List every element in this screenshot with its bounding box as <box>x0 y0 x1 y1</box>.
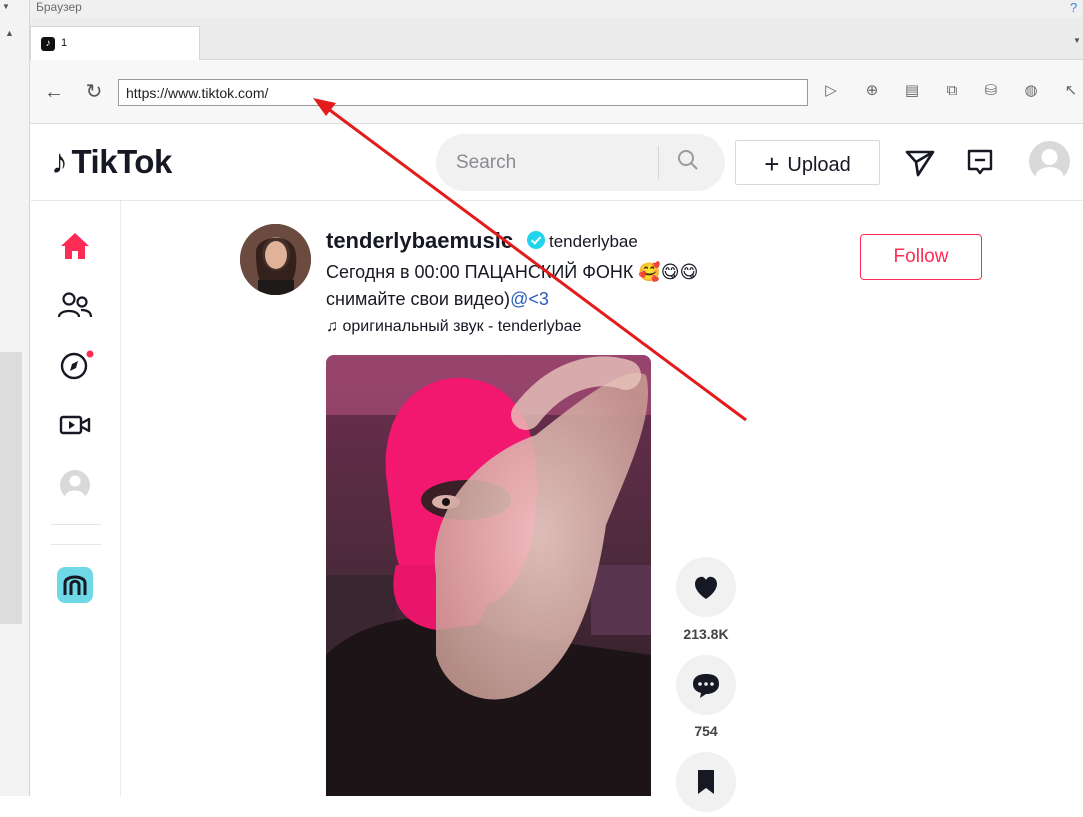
explore-icon[interactable] <box>55 345 95 385</box>
sidebar-divider <box>51 544 101 545</box>
live-icon[interactable] <box>55 405 95 445</box>
tiktok-favicon-icon: ♪ <box>41 37 55 51</box>
storage-icon[interactable]: ⛁ <box>980 80 1002 102</box>
inbox-icon[interactable] <box>965 147 995 177</box>
like-count: 213.8K <box>683 626 729 642</box>
heart-icon <box>695 576 717 599</box>
sound-link[interactable]: ♫ оригинальный звук - tenderlybae <box>326 318 581 336</box>
like-button[interactable] <box>676 557 736 617</box>
search-placeholder: Search <box>456 152 517 173</box>
search-input[interactable]: Search <box>436 134 725 191</box>
reload-button[interactable]: ↻ <box>82 80 106 104</box>
comment-button[interactable] <box>676 655 736 715</box>
caption-line: снимайте свои видео)@<3 <box>326 289 549 310</box>
play-icon[interactable]: ▷ <box>820 80 842 102</box>
profile-icon[interactable] <box>55 465 95 505</box>
back-button[interactable]: ← <box>42 80 66 104</box>
tab-bar: ♪ 1 ▼ <box>30 18 1083 60</box>
comment-count: 754 <box>694 723 718 739</box>
author-nickname[interactable]: tenderlybae <box>549 232 638 252</box>
window-title: Браузер <box>36 0 82 14</box>
search-icon[interactable] <box>676 148 700 178</box>
browser-tab[interactable]: ♪ 1 <box>30 26 200 60</box>
browser-toolbar: ← ↻ https://www.tiktok.com/ ▷ ⊕ ▤ ⧉ ⛁ ◍ … <box>30 60 1083 124</box>
cursor-icon[interactable]: ↖ <box>1060 80 1082 102</box>
following-icon[interactable] <box>55 285 95 325</box>
cookie-icon[interactable]: ◍ <box>1020 80 1042 102</box>
host-left-strip: ▼ ▲ <box>0 0 30 796</box>
tab-list-dropdown-icon[interactable]: ▼ <box>1073 36 1081 45</box>
send-icon[interactable] <box>904 146 936 178</box>
sidebar-divider <box>51 524 101 525</box>
tiktok-header: ♪ TikTok Search + Upload <box>31 125 1083 201</box>
caption-line: Сегодня в 00:00 ПАЦАНСКИЙ ФОНК 🥰😋😋 <box>326 262 699 282</box>
address-bar[interactable]: https://www.tiktok.com/ <box>118 79 808 106</box>
upload-button[interactable]: + Upload <box>735 140 880 185</box>
author-username[interactable]: tenderlybaemusic <box>326 228 513 254</box>
caption-text: снимайте свои видео) <box>326 289 511 309</box>
browser-title-bar: Браузер ? <box>30 0 1083 18</box>
upload-label: Upload <box>787 154 851 176</box>
search-divider <box>658 146 659 179</box>
verified-badge-icon <box>527 231 545 249</box>
author-avatar[interactable] <box>240 224 311 295</box>
tiktok-sidebar <box>31 201 121 796</box>
comment-icon <box>693 674 719 698</box>
video-player[interactable] <box>326 355 651 796</box>
logo-text: TikTok <box>71 143 173 180</box>
music-note-icon: ♫ <box>326 318 343 335</box>
bookmark-button[interactable] <box>676 752 736 812</box>
scroll-up-icon[interactable]: ▲ <box>5 28 14 38</box>
plus-icon: + <box>764 149 780 179</box>
tiktok-note-icon: ♪ <box>51 143 68 181</box>
help-icon[interactable]: ? <box>1070 0 1077 15</box>
host-dropdown-icon[interactable]: ▼ <box>2 2 10 11</box>
puzzle-icon[interactable]: ⧉ <box>941 80 963 102</box>
profile-avatar[interactable] <box>1029 141 1070 182</box>
creator-icon[interactable] <box>55 565 95 605</box>
mention-link[interactable]: @<3 <box>510 289 549 309</box>
bookmark-icon <box>698 770 714 794</box>
page-icon[interactable]: ▤ <box>901 80 923 102</box>
tab-label: 1 <box>61 37 68 49</box>
home-icon[interactable] <box>55 226 95 266</box>
sound-label: оригинальный звук - tenderlybae <box>342 318 582 335</box>
add-circle-icon[interactable]: ⊕ <box>861 80 883 102</box>
follow-button[interactable]: Follow <box>860 234 982 280</box>
scrollbar-thumb[interactable] <box>0 352 22 624</box>
tiktok-logo[interactable]: ♪ TikTok <box>51 143 172 182</box>
